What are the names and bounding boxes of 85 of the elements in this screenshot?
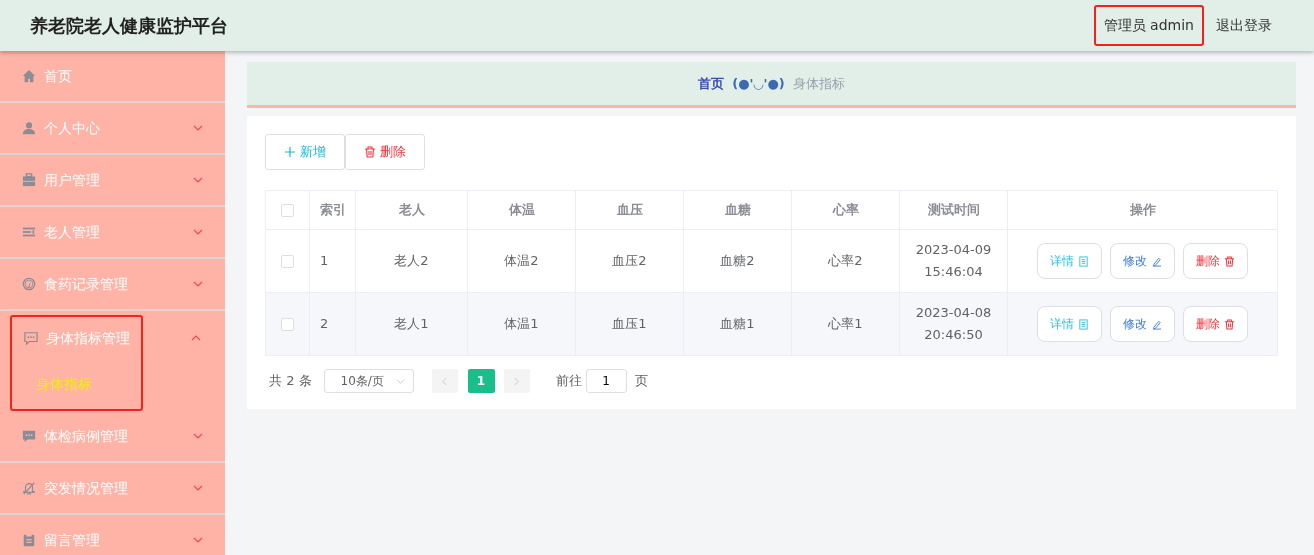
admin-user-label[interactable]: 管理员 admin [1093,5,1204,46]
chevron-icon [193,175,203,185]
next-page-button[interactable] [503,369,530,393]
row-checkbox[interactable] [281,255,294,269]
chevron-icon [193,227,203,237]
table-cell-text: 1 [320,252,330,271]
chevron-down-icon [395,376,405,386]
select-all-checkbox[interactable] [281,204,294,218]
table-cell-text: 血糖2 [719,252,756,271]
chevron-icon [193,431,203,441]
logout-link[interactable]: 退出登录 [1208,7,1280,44]
column-header: 索引 [309,190,356,230]
chevron-icon [193,123,203,133]
trash-icon [364,146,376,158]
table-cell-text: 心率2 [827,252,864,271]
pencil-icon [1151,255,1162,267]
table-cell-text: 血压2 [611,252,648,271]
page-number[interactable]: 1 [467,369,495,393]
breadcrumb-separator: (●'◡'●) [732,74,785,93]
sidebar-item[interactable]: 体检病例管理 [0,411,225,462]
detail-button[interactable]: 详情 [1037,306,1102,342]
page-size-select[interactable]: 10条/页 [323,369,414,393]
message-icon [22,429,36,443]
edit-button[interactable]: 修改 [1110,306,1175,342]
chevron-left-icon [441,376,449,386]
sidebar-item[interactable]: 个人中心 [0,103,225,154]
column-header: 血压 [575,190,684,230]
table-cell-text: 老人1 [393,315,430,334]
column-header: 血糖 [683,190,792,230]
sidebar-item[interactable]: 用户管理 [0,155,225,206]
column-header: 测试时间 [899,190,1008,230]
app-title: 养老院老人健康监护平台 [30,14,228,38]
table-cell-text: 2023-04-08 20:46:50 [914,304,993,344]
delete-button[interactable]: 删除 [1183,306,1248,342]
chat-icon [24,331,38,345]
bell-off-icon [22,481,36,495]
sidebar-item[interactable]: 食药记录管理 [0,259,225,310]
column-header: 老人 [355,190,468,230]
breadcrumb-item: 身体指标 [792,74,845,93]
chevron-icon [193,279,203,289]
clipboard-icon [22,533,36,547]
delete-button[interactable]: 删除 [1183,243,1248,279]
trash-icon [1224,255,1235,267]
total-count: 共 2 条 [269,372,312,391]
detail-button[interactable]: 详情 [1037,243,1102,279]
goto-label: 前往 [555,372,582,391]
sidebar-item[interactable]: 突发情况管理 [0,463,225,514]
previous-page-button[interactable] [431,369,458,393]
table-cell-text: 血压1 [611,315,648,334]
breadcrumb-item[interactable]: 首页 [698,73,725,94]
table-cell-text: 心率1 [827,315,864,334]
home-icon [22,69,36,83]
row-checkbox[interactable] [281,318,294,332]
table-cell-text: 老人2 [393,252,430,271]
sidebar-item[interactable]: 身体指标管理 [12,317,213,359]
pencil-icon [1151,318,1162,330]
plus-icon [284,146,296,158]
column-header: 操作 [1007,190,1278,230]
person-icon [22,121,36,135]
sidebar-item[interactable]: 老人管理 [0,207,225,258]
sidebar-item[interactable]: 留言管理 [0,515,225,555]
table-cell-text: 2023-04-09 15:46:04 [914,241,993,281]
document-icon [1078,318,1089,330]
table-cell-text: 体温2 [503,252,540,271]
column-header: 心率 [791,190,900,230]
table-cell-text: 体温1 [503,315,540,334]
delete-button[interactable]: 删除 [345,134,425,170]
chevron-icon [193,483,203,493]
document-icon [1078,255,1089,267]
table-cell-text: 血糖1 [719,315,756,334]
chevron-icon [193,535,203,545]
briefcase-icon [22,173,36,187]
trash-icon [1224,318,1235,330]
chevron-right-icon [513,376,521,386]
page-jump-field[interactable]: 1 [585,369,627,393]
submenu-item[interactable]: 身体指标 [12,359,141,409]
chevron-icon [191,333,201,343]
sidebar-item[interactable]: 首页 [0,51,225,102]
gauge-icon [22,277,36,291]
table-cell-text: 2 [320,315,330,334]
edit-button[interactable]: 修改 [1110,243,1175,279]
sliders-icon [22,225,36,239]
page-suffix: 页 [634,372,648,391]
add-button[interactable]: 新增 [265,134,345,170]
column-header: 体温 [467,190,576,230]
